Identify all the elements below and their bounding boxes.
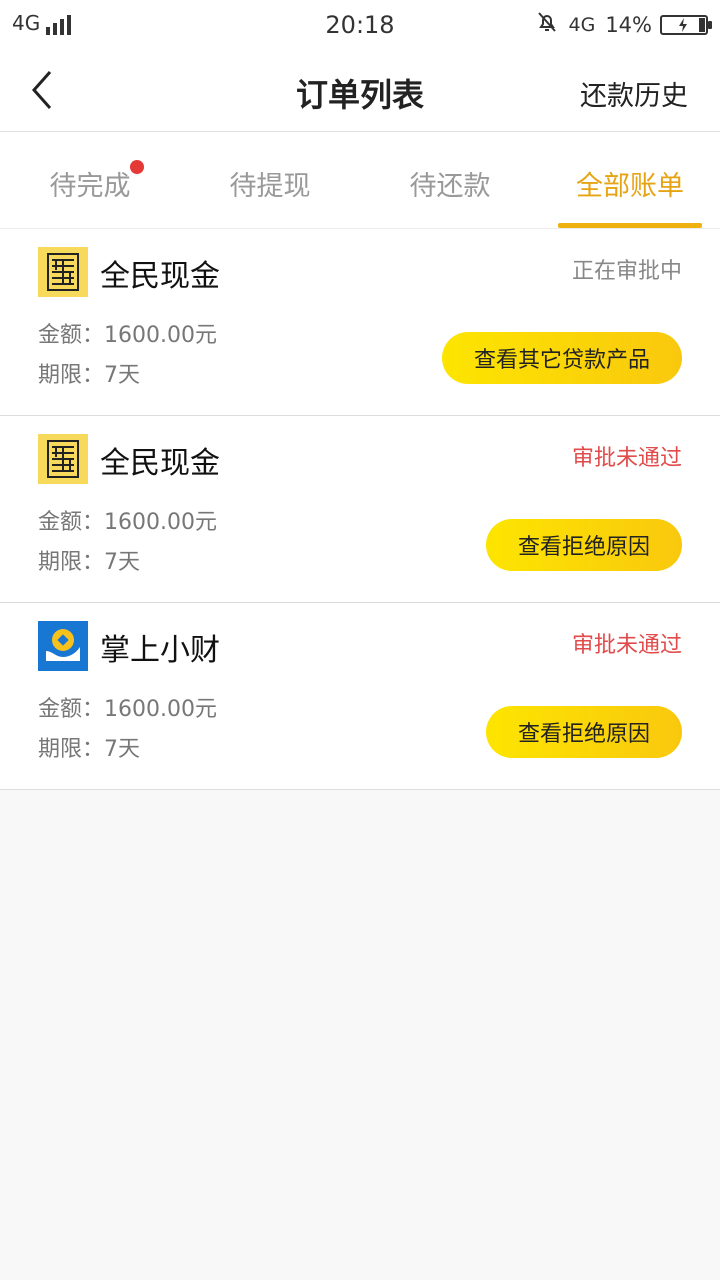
order-card: 掌上小财 审批未通过 金额：1600.00元 期限：7天 查看拒绝原因: [0, 603, 720, 790]
amount-value: 1600.00元: [104, 323, 217, 348]
term-value: 7天: [104, 737, 141, 762]
term-row: 期限：7天: [38, 731, 140, 763]
zhangshang-xiaocai-logo: [38, 621, 88, 671]
product-name: 全民现金: [100, 446, 220, 481]
view-rejection-reason-button[interactable]: 查看拒绝原因: [485, 706, 682, 758]
term-label: 期限：: [38, 363, 105, 388]
amount-label: 金额：: [38, 323, 105, 348]
status-badge: 审批未通过: [571, 633, 682, 658]
amount-row: 金额：1600.00元: [38, 691, 217, 723]
tab-label: 待完成: [49, 171, 131, 202]
amount-label: 金额：: [38, 510, 105, 535]
quanmin-xianjin-logo: [38, 434, 88, 484]
term-row: 期限：7天: [38, 544, 140, 576]
amount-value: 1600.00元: [104, 510, 217, 535]
order-tabs: 待完成 待提现 待还款 全部账单: [0, 132, 720, 229]
repayment-history-link[interactable]: 还款历史: [580, 74, 688, 113]
tab-label: 待还款: [409, 171, 491, 202]
order-list: 全民现金 正在审批中 金额：1600.00元 期限：7天 查看其它贷款产品 全民…: [0, 229, 720, 790]
quanmin-xianjin-logo: [38, 247, 88, 297]
term-value: 7天: [104, 363, 141, 388]
tab-pending-repayment[interactable]: 待还款: [360, 132, 540, 228]
amount-row: 金额：1600.00元: [38, 317, 217, 349]
tab-label: 全部账单: [576, 171, 684, 202]
mute-icon: [535, 10, 559, 39]
status-badge: 正在审批中: [571, 259, 682, 284]
battery-percent: 14%: [605, 12, 652, 37]
term-label: 期限：: [38, 550, 105, 575]
nav-bar: 订单列表 还款历史: [0, 50, 720, 132]
product-name: 全民现金: [100, 259, 220, 294]
amount-row: 金额：1600.00元: [38, 504, 217, 536]
battery-charging-icon: [660, 14, 712, 35]
order-card: 全民现金 审批未通过 金额：1600.00元 期限：7天 查看拒绝原因: [0, 416, 720, 603]
tab-pending-completion[interactable]: 待完成: [0, 132, 180, 228]
view-other-loans-button[interactable]: 查看其它贷款产品: [441, 332, 682, 384]
term-row: 期限：7天: [38, 357, 140, 389]
network-type-right: 4G: [568, 13, 596, 36]
status-badge: 审批未通过: [571, 446, 682, 471]
amount-value: 1600.00元: [104, 697, 217, 722]
tab-all-bills[interactable]: 全部账单: [540, 132, 720, 228]
notification-dot: [130, 160, 144, 174]
term-label: 期限：: [38, 737, 105, 762]
product-name: 掌上小财: [100, 633, 220, 668]
active-tab-indicator: [558, 223, 702, 228]
status-bar: 4G 20:18 4G 14%: [0, 0, 720, 50]
status-right: 4G 14%: [535, 10, 712, 39]
tab-label: 待提现: [229, 171, 311, 202]
order-card: 全民现金 正在审批中 金额：1600.00元 期限：7天 查看其它贷款产品: [0, 229, 720, 416]
view-rejection-reason-button[interactable]: 查看拒绝原因: [485, 519, 682, 571]
amount-label: 金额：: [38, 697, 105, 722]
tab-pending-withdrawal[interactable]: 待提现: [180, 132, 360, 228]
term-value: 7天: [104, 550, 141, 575]
